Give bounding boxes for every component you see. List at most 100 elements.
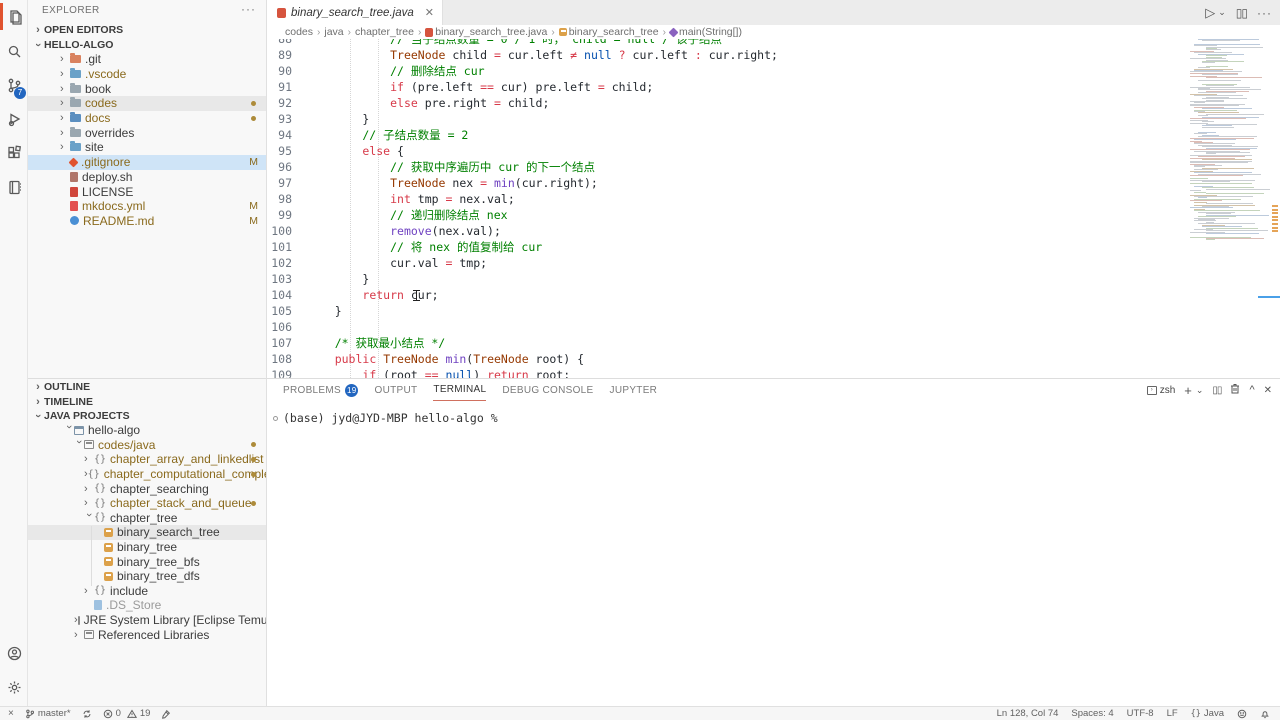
code-line[interactable]: 102 cur.val = tmp; — [267, 255, 1280, 271]
git-branch-item[interactable]: master* — [25, 708, 71, 719]
cursor-position[interactable]: Ln 128, Col 74 — [997, 708, 1059, 719]
java-tree-item[interactable]: binary_search_tree — [28, 525, 266, 540]
outline-section[interactable]: › OUTLINE — [28, 379, 266, 394]
more-actions-icon[interactable]: ··· — [1257, 6, 1272, 20]
breadcrumb-item[interactable]: main(String[]) — [670, 26, 742, 38]
code-line[interactable]: 103 } — [267, 271, 1280, 287]
file-tree-item[interactable]: ›book — [28, 81, 266, 96]
kill-terminal-icon[interactable] — [1230, 383, 1240, 397]
breadcrumb-item[interactable]: codes — [285, 26, 313, 38]
file-tree-item[interactable]: README.mdM — [28, 214, 266, 229]
panel-tab-output[interactable]: OUTPUT — [374, 379, 417, 401]
extensions-icon[interactable] — [0, 136, 28, 170]
remote-indicator-icon[interactable]: × — [8, 708, 14, 719]
eol[interactable]: LF — [1167, 708, 1178, 719]
java-tree-item[interactable]: binary_tree_dfs — [28, 569, 266, 584]
code-line[interactable]: 96 // 获取中序遍历中 cur 的下一个结点 — [267, 159, 1280, 175]
java-status-icon[interactable] — [161, 709, 171, 719]
code-line[interactable]: 91 if (pre.left == cur) pre.left = child… — [267, 79, 1280, 95]
file-tree-item[interactable]: ›site — [28, 140, 266, 155]
code-line[interactable]: 94 // 子结点数量 = 2 — [267, 127, 1280, 143]
code-line[interactable]: 89 TreeNode child = cur.left ≠ null ? cu… — [267, 47, 1280, 63]
problems-item[interactable]: 0 19 — [103, 708, 151, 719]
code-line[interactable]: 109 if (root == null) return root; — [267, 367, 1280, 378]
command-decoration-icon[interactable] — [273, 416, 278, 421]
search-icon[interactable] — [0, 34, 28, 68]
java-tree-item[interactable]: ›JRE System Library [Eclipse Temurin 17 … — [28, 613, 266, 628]
minimap[interactable] — [1188, 39, 1270, 378]
file-tree-item[interactable]: ›.git — [28, 52, 266, 67]
breadcrumb-item[interactable]: binary_search_tree.java — [425, 26, 547, 38]
code-editor[interactable]: 88 // 当子结点数量 = 0 / 1 时， child = null / 该… — [267, 39, 1280, 378]
file-tree-item[interactable]: LICENSE — [28, 184, 266, 199]
breadcrumb-item[interactable]: chapter_tree — [355, 26, 414, 38]
panel-tab-problems[interactable]: PROBLEMS19 — [283, 379, 358, 401]
breadcrumb-item[interactable]: java — [324, 26, 343, 38]
java-tree-item[interactable]: ›hello-algo — [28, 423, 266, 438]
java-tree-item[interactable]: ›Referenced Libraries — [28, 627, 266, 642]
java-projects-section[interactable]: › JAVA PROJECTS — [28, 409, 266, 423]
code-line[interactable]: 88 // 当子结点数量 = 0 / 1 时， child = null / 该… — [267, 39, 1280, 47]
code-line[interactable]: 101 // 将 nex 的值复制给 cur — [267, 239, 1280, 255]
sync-icon[interactable] — [82, 709, 92, 719]
shell-selector[interactable]: › zsh — [1147, 385, 1176, 396]
file-tree-item[interactable]: ›codes — [28, 96, 266, 111]
workspace-section[interactable]: › HELLO-ALGO — [28, 37, 266, 52]
file-tree-item[interactable]: mkdocs.ymlM — [28, 199, 266, 214]
panel-tab-debug-console[interactable]: DEBUG CONSOLE — [502, 379, 593, 401]
java-tree-item[interactable]: ›{}include — [28, 584, 266, 599]
code-line[interactable]: 98 int tmp = nex.val; — [267, 191, 1280, 207]
close-icon[interactable]: ✕ — [425, 6, 434, 19]
tab-binary-search-tree[interactable]: binary_search_tree.java ✕ — [267, 0, 443, 25]
settings-icon[interactable] — [0, 670, 28, 704]
split-terminal-icon[interactable]: ▯▯ — [1212, 385, 1221, 396]
notebook-icon[interactable] — [0, 170, 28, 204]
java-tree-item[interactable]: ›{}chapter_stack_and_queue — [28, 496, 266, 511]
breadcrumb-item[interactable]: binary_search_tree — [559, 26, 659, 38]
run-button[interactable]: ▷ — [1205, 5, 1215, 21]
file-tree-item[interactable]: deploy.sh — [28, 170, 266, 185]
java-tree-item[interactable]: ›{}chapter_computational_complexity — [28, 467, 266, 482]
terminal-dropdown-icon[interactable]: ⌄ — [1196, 385, 1204, 396]
java-tree-item[interactable]: ›codes/java — [28, 438, 266, 453]
run-debug-icon[interactable] — [0, 102, 28, 136]
run-dropdown-icon[interactable]: ⌄ — [1218, 7, 1226, 18]
scrollbar-overview-ruler[interactable] — [1270, 39, 1280, 378]
java-tree-item[interactable]: binary_tree_bfs — [28, 554, 266, 569]
java-tree-item[interactable]: ›{}chapter_tree — [28, 511, 266, 526]
code-line[interactable]: 108 public TreeNode min(TreeNode root) { — [267, 351, 1280, 367]
indentation[interactable]: Spaces: 4 — [1071, 708, 1113, 719]
account-icon[interactable] — [0, 636, 28, 670]
code-line[interactable]: 97 TreeNode nex = min(cur.right); — [267, 175, 1280, 191]
java-tree-item[interactable]: ›{}chapter_searching — [28, 481, 266, 496]
file-tree-item[interactable]: ›.vscode — [28, 67, 266, 82]
code-line[interactable]: 99 // 递归删除结点 nex — [267, 207, 1280, 223]
code-line[interactable]: 92 else pre.right = child; — [267, 95, 1280, 111]
code-line[interactable]: 90 // 删除结点 cur — [267, 63, 1280, 79]
notifications-bell-icon[interactable] — [1260, 709, 1270, 719]
code-line[interactable]: 95 else { — [267, 143, 1280, 159]
source-control-icon[interactable]: 7 — [0, 68, 28, 102]
code-line[interactable]: 107 /* 获取最小结点 */ — [267, 335, 1280, 351]
java-tree-item[interactable]: .DS_Store — [28, 598, 266, 613]
feedback-icon[interactable] — [1237, 709, 1247, 719]
terminal[interactable]: (base) jyd@JYD-MBP hello-algo % — [273, 411, 1280, 706]
file-tree-item[interactable]: ›docs — [28, 111, 266, 126]
encoding[interactable]: UTF-8 — [1127, 708, 1154, 719]
open-editors-section[interactable]: › OPEN EDITORS — [28, 22, 266, 37]
code-line[interactable]: 93 } — [267, 111, 1280, 127]
panel-tab-terminal[interactable]: TERMINAL — [433, 379, 486, 401]
split-editor-icon[interactable]: ▯▯ — [1236, 6, 1247, 20]
code-line[interactable]: 105 } — [267, 303, 1280, 319]
code-line[interactable]: 106 — [267, 319, 1280, 335]
code-line[interactable]: 100 remove(nex.val); — [267, 223, 1280, 239]
more-actions-icon[interactable]: ··· — [241, 2, 256, 16]
java-tree-item[interactable]: ›{}chapter_array_and_linkedlist — [28, 452, 266, 467]
close-panel-icon[interactable]: ✕ — [1264, 385, 1272, 396]
new-terminal-icon[interactable]: + — [1184, 383, 1192, 398]
explorer-icon[interactable] — [0, 0, 28, 34]
maximize-panel-icon[interactable]: ^ — [1249, 384, 1254, 396]
language-mode[interactable]: {} Java — [1191, 708, 1224, 719]
java-tree-item[interactable]: binary_tree — [28, 540, 266, 555]
panel-tab-jupyter[interactable]: JUPYTER — [610, 379, 658, 401]
